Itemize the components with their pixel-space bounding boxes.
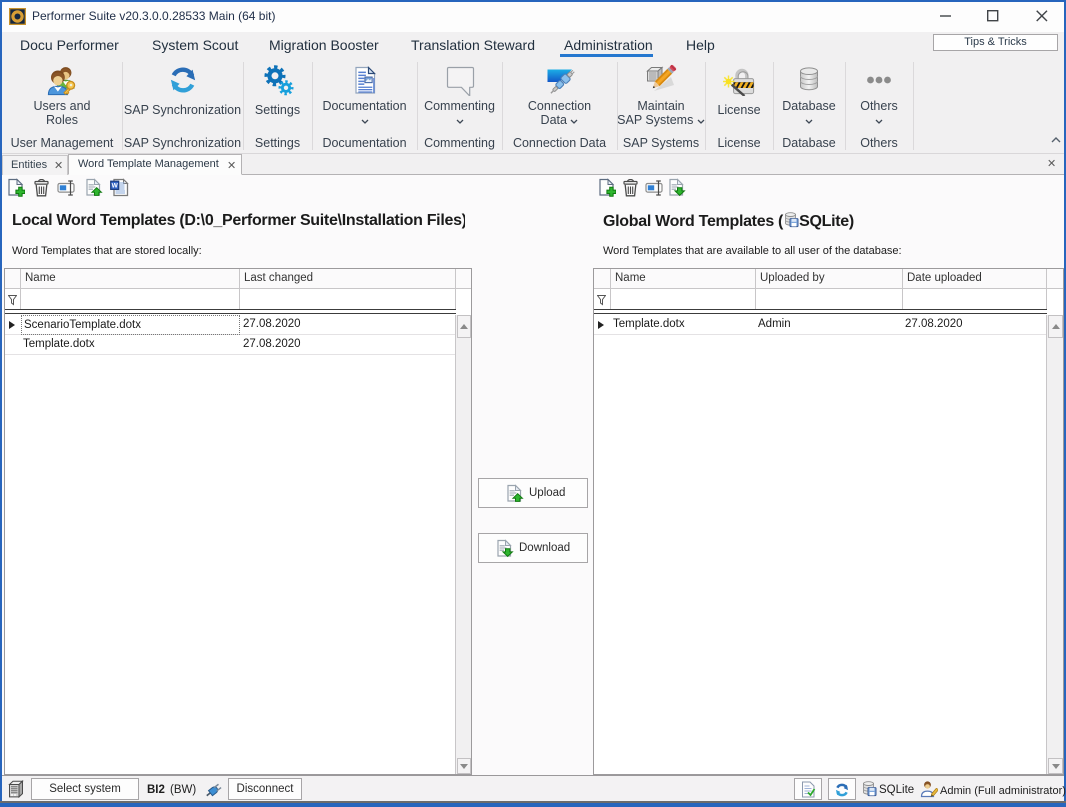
svg-text:W: W: [112, 183, 119, 190]
